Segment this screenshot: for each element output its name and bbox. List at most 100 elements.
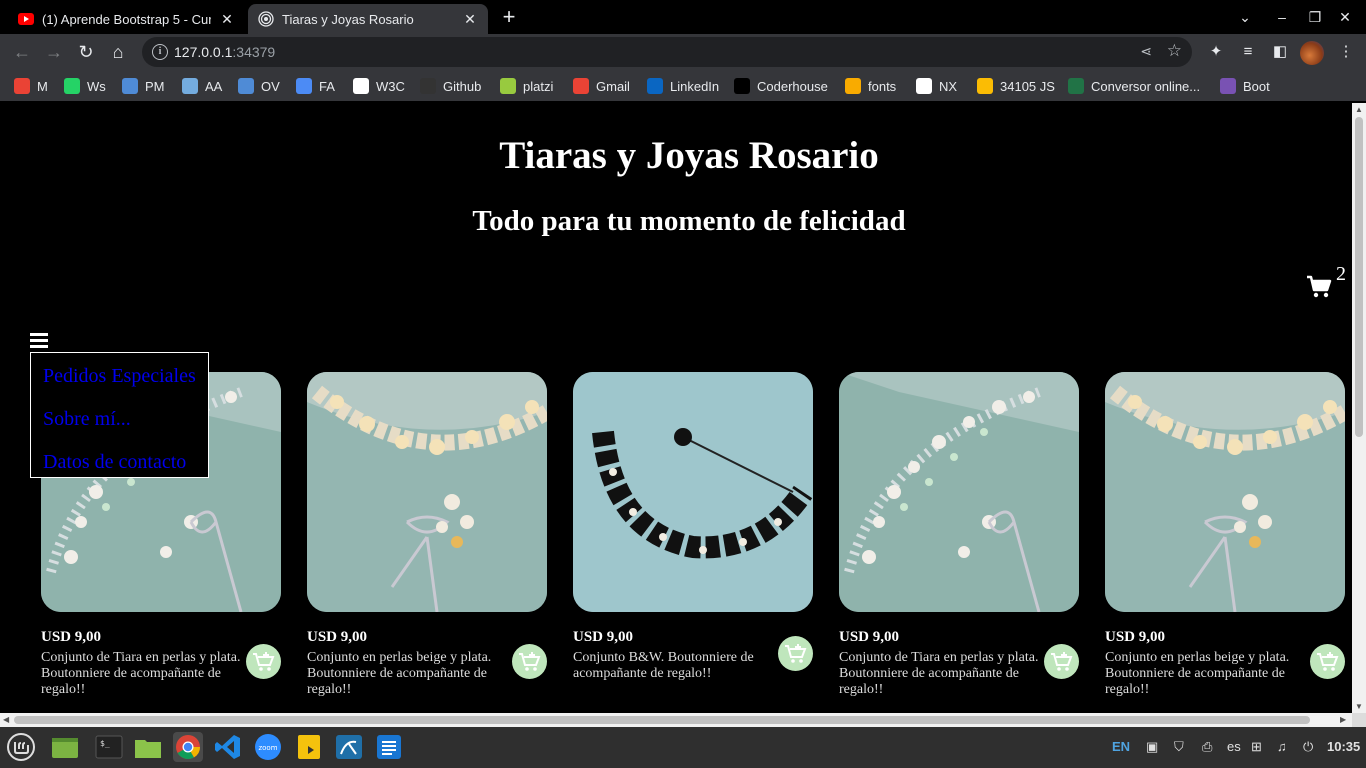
bookmark-fa[interactable]: FA	[296, 77, 335, 95]
bookmark-github[interactable]: Github	[420, 77, 481, 95]
menu-kebab-icon[interactable]: ⋮	[1336, 42, 1356, 62]
bookmark-34105-js[interactable]: 34105 JS	[977, 77, 1055, 95]
bookmark-label: 34105 JS	[1000, 78, 1055, 94]
product-photo[interactable]	[1105, 372, 1345, 612]
menu-link-sobre-mi[interactable]: Sobre mí...	[43, 408, 131, 431]
keyboard-layout-indicator[interactable]: EN	[1112, 739, 1130, 754]
vertical-scrollbar[interactable]: ▲ ▼	[1352, 103, 1366, 713]
profile-avatar[interactable]	[1300, 41, 1324, 65]
web-page: Tiaras y Joyas Rosario Todo para tu mome…	[0, 103, 1352, 713]
hamburger-menu-icon[interactable]	[30, 333, 48, 349]
printer-icon[interactable]: ⎙	[1202, 739, 1212, 755]
bookmark-aa[interactable]: AA	[182, 77, 222, 95]
close-tab-icon[interactable]: ✕	[219, 11, 235, 28]
address-bar[interactable]: i 127.0.0.1:34379 ⋖ ☆	[142, 37, 1192, 67]
scroll-left-icon[interactable]: ◀	[3, 715, 9, 724]
youtube-icon	[18, 13, 34, 25]
github-icon	[420, 78, 436, 94]
shield-icon[interactable]: ⛉	[1174, 739, 1184, 755]
slides-icon[interactable]	[294, 732, 324, 762]
argentina-icon	[182, 78, 198, 94]
add-to-cart-button[interactable]	[512, 644, 547, 679]
zoom-icon[interactable]: zoom	[253, 732, 283, 762]
bookmark-label: W3C	[376, 78, 405, 94]
extensions-icon[interactable]: ✦	[1206, 42, 1226, 62]
chrome-icon[interactable]	[173, 732, 203, 762]
w3-icon	[353, 78, 369, 94]
tab-youtube[interactable]: (1) Aprende Bootstrap 5 - Curs ✕	[8, 4, 245, 34]
restore-icon[interactable]: ❐	[1304, 6, 1326, 28]
input-method-indicator[interactable]: es	[1227, 739, 1241, 754]
bookmark-w3c[interactable]: W3C	[353, 77, 405, 95]
home-icon[interactable]: ⌂	[106, 40, 130, 64]
vscode-icon[interactable]	[213, 732, 243, 762]
menu-link-pedidos[interactable]: Pedidos Especiales	[43, 365, 196, 388]
tab-tiaras[interactable]: Tiaras y Joyas Rosario ✕	[248, 4, 488, 34]
svg-text:$_: $_	[100, 739, 110, 748]
media-control-icon[interactable]: ≡	[1238, 42, 1258, 62]
fonts-icon	[845, 78, 861, 94]
scrollbar-thumb[interactable]	[14, 716, 1310, 724]
terminal-icon[interactable]: $_	[94, 732, 124, 762]
side-panel-icon[interactable]: ◧	[1270, 42, 1290, 62]
tab-search-icon[interactable]: ⌄	[1234, 6, 1256, 28]
bookmark-conversor-online[interactable]: Conversor online...	[1068, 77, 1200, 95]
site-subtitle: Todo para tu momento de felicidad	[472, 205, 906, 237]
add-to-cart-button[interactable]	[1310, 644, 1345, 679]
product-photo[interactable]	[307, 372, 547, 612]
forward-icon[interactable]: →	[42, 40, 66, 64]
bookmark-platzi[interactable]: platzi	[500, 77, 553, 95]
new-tab-button[interactable]: +	[498, 6, 520, 28]
text-editor-icon[interactable]	[374, 732, 404, 762]
bookmark-ov[interactable]: OV	[238, 77, 280, 95]
show-desktop-icon[interactable]	[50, 732, 80, 762]
reload-icon[interactable]: ↻	[74, 40, 98, 64]
site-info-icon[interactable]: i	[152, 44, 168, 60]
menu-link-contacto[interactable]: Datos de contacto	[43, 451, 186, 474]
power-icon[interactable]: ⏻	[1303, 739, 1313, 755]
bookmark-star-icon[interactable]: ☆	[1167, 41, 1182, 61]
clipboard-icon[interactable]: ▣	[1146, 739, 1158, 755]
add-to-cart-button[interactable]	[1044, 644, 1079, 679]
horizontal-scrollbar[interactable]: ◀ ▶	[0, 713, 1352, 727]
tab-title: (1) Aprende Bootstrap 5 - Curs	[42, 11, 211, 27]
add-to-cart-icon	[1051, 652, 1073, 671]
bookmark-pm[interactable]: PM	[122, 77, 165, 95]
mysql-workbench-icon[interactable]	[334, 732, 364, 762]
add-to-cart-button[interactable]	[778, 636, 813, 671]
url-text[interactable]: 127.0.0.1:34379	[174, 44, 275, 60]
scroll-up-icon[interactable]: ▲	[1355, 105, 1363, 114]
product-price: USD 9,00	[839, 629, 900, 645]
product-photo[interactable]	[839, 372, 1079, 612]
gmail-icon	[573, 78, 589, 94]
close-window-icon[interactable]: ✕	[1334, 6, 1356, 28]
bookmark-linkedin[interactable]: LinkedIn	[647, 77, 719, 95]
close-tab-icon[interactable]: ✕	[462, 11, 478, 28]
bookmark-boot[interactable]: Boot	[1220, 77, 1270, 95]
bookmark-ws[interactable]: Ws	[64, 77, 106, 95]
browser-toolbar: ← → ↻ ⌂ i 127.0.0.1:34379 ⋖ ☆ ✦ ≡ ◧ ⋮	[0, 34, 1366, 70]
network-icon[interactable]: ⊞	[1251, 739, 1262, 755]
add-to-cart-button[interactable]	[246, 644, 281, 679]
bookmark-gmail[interactable]: Gmail	[573, 77, 630, 95]
back-icon[interactable]: ←	[10, 40, 34, 64]
share-icon[interactable]: ⋖	[1140, 43, 1152, 60]
product-card: USD 9,00 Conjunto de Tiara en perlas y p…	[839, 372, 1079, 698]
mint-menu-icon[interactable]	[6, 732, 36, 762]
scroll-down-icon[interactable]: ▼	[1355, 702, 1363, 711]
scrollbar-thumb[interactable]	[1355, 117, 1363, 437]
infinity-icon	[122, 78, 138, 94]
product-photo[interactable]	[573, 372, 813, 612]
files-icon[interactable]	[133, 732, 163, 762]
bookmark-nx[interactable]: NX	[916, 77, 957, 95]
clock[interactable]: 10:35	[1327, 739, 1360, 754]
bootstrap-icon	[1220, 78, 1236, 94]
minimize-icon[interactable]: –	[1271, 6, 1293, 28]
bookmark-fonts[interactable]: fonts	[845, 77, 896, 95]
cart-icon[interactable]	[1306, 275, 1332, 299]
bookmark-coderhouse[interactable]: Coderhouse	[734, 77, 828, 95]
sound-icon[interactable]: ♫	[1277, 739, 1287, 754]
product-description: Conjunto B&W. Boutonniere de acompañante…	[573, 650, 754, 681]
bookmark-m[interactable]: M	[14, 77, 48, 95]
scroll-right-icon[interactable]: ▶	[1340, 715, 1346, 724]
